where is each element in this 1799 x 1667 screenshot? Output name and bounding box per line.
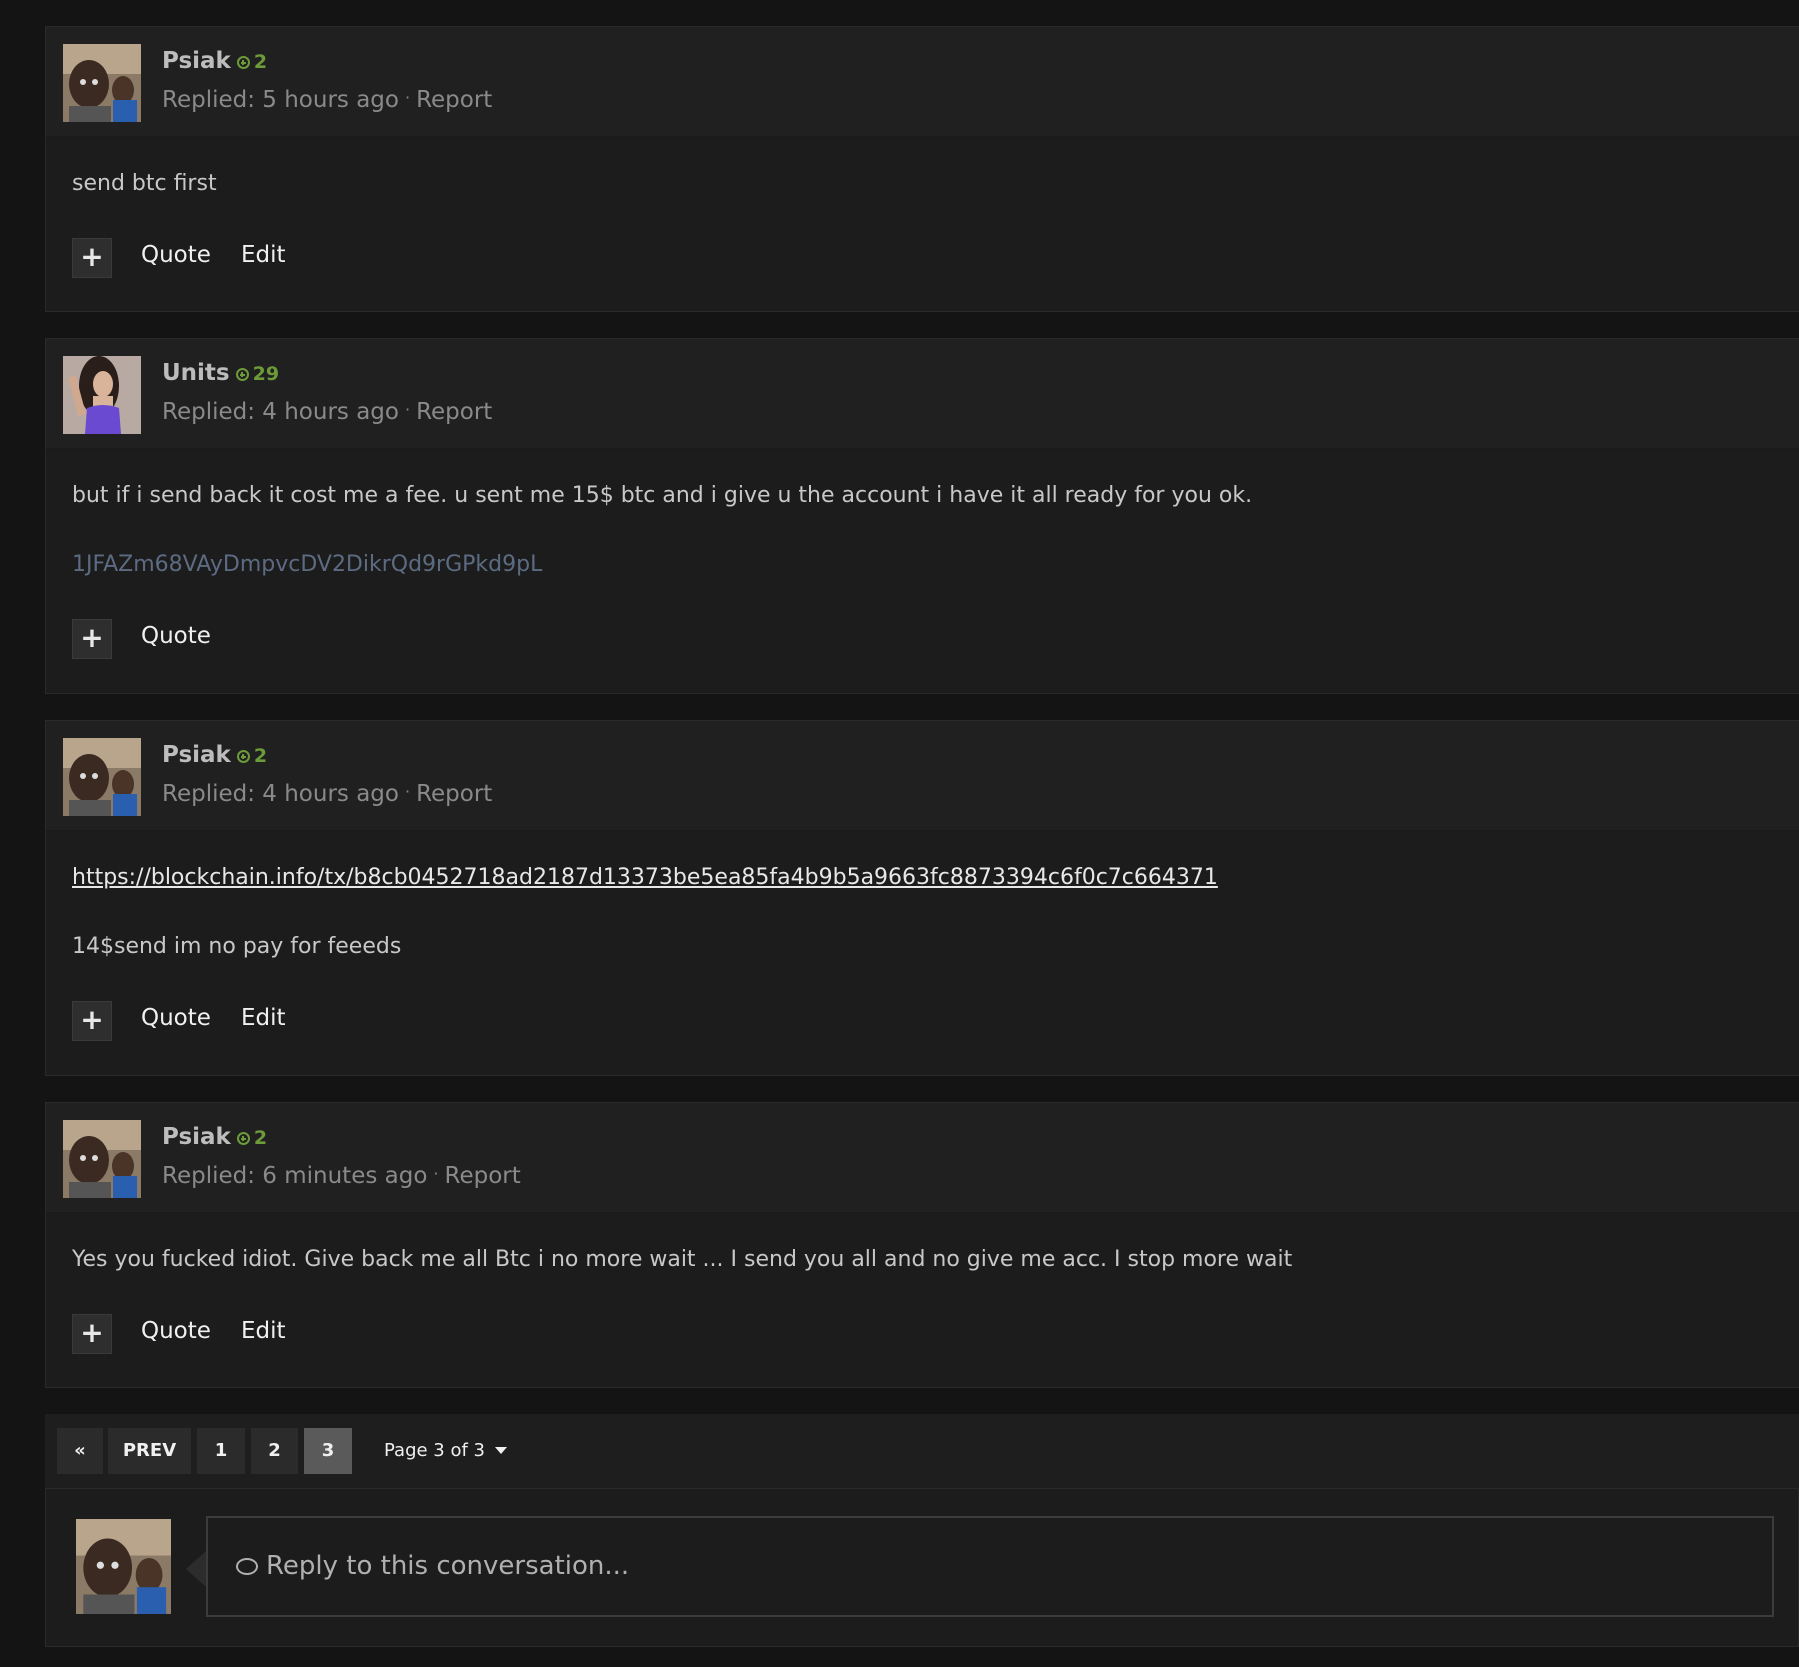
author-name[interactable]: Units [162, 360, 230, 386]
page-2-button[interactable]: 2 [251, 1428, 298, 1474]
upvote-button[interactable]: + [72, 1314, 112, 1354]
edit-button[interactable]: Edit [241, 1005, 286, 1031]
reputation-count: 2 [253, 1127, 268, 1149]
author-name[interactable]: Psiak [162, 1124, 231, 1150]
reputation: 2 [236, 1127, 268, 1149]
post-meta: Replied: 4 hours ago · Report [162, 399, 492, 425]
author-name[interactable]: Psiak [162, 48, 231, 74]
separator: · [404, 88, 411, 107]
quote-button[interactable]: Quote [141, 623, 211, 649]
reputation: 2 [236, 51, 268, 73]
caret-down-icon [495, 1447, 507, 1454]
post: Psiak 2 Replied: 4 hours ago · Report https… [45, 720, 1799, 1076]
prev-page-button[interactable]: PREV [108, 1428, 191, 1474]
post-meta: Replied: 4 hours ago · Report [162, 781, 492, 807]
post-body: send btc first [46, 137, 1799, 199]
conversation-thread: Psiak 2 Replied: 5 hours ago · Report send … [45, 26, 1799, 1647]
post-meta: Replied: 5 hours ago · Report [162, 87, 492, 113]
report-link[interactable]: Report [416, 781, 492, 807]
post-header: Psiak 2 Replied: 4 hours ago · Report [46, 721, 1799, 831]
author-line: Psiak 2 [162, 48, 267, 74]
post-text: but if i send back it cost me a fee. u s… [72, 483, 1253, 508]
avatar [76, 1519, 171, 1614]
post-meta: Replied: 6 minutes ago · Report [162, 1163, 521, 1189]
post-text: send btc first [72, 171, 217, 196]
pagination: « PREV 1 2 3 Page 3 of 3 [45, 1414, 1799, 1488]
speech-bubble-icon [236, 1558, 258, 1575]
post-header: Psiak 2 Replied: 5 hours ago · Report [46, 27, 1799, 137]
upvote-button[interactable]: + [72, 619, 112, 659]
post-body: Yes you fucked idiot. Give back me all B… [46, 1213, 1799, 1275]
reputation-count: 29 [252, 363, 280, 385]
replied-time: Replied: 5 hours ago [162, 87, 399, 113]
replied-time: Replied: 4 hours ago [162, 399, 399, 425]
post: Psiak 2 Replied: 5 hours ago · Report send … [45, 26, 1799, 312]
page-jump-label: Page 3 of 3 [384, 1440, 485, 1461]
reputation-count: 2 [253, 51, 268, 73]
author-name[interactable]: Psiak [162, 742, 231, 768]
first-page-button[interactable]: « [57, 1428, 103, 1474]
plus-circle-icon [236, 56, 250, 69]
upvote-button[interactable]: + [72, 1001, 112, 1041]
page-1-button[interactable]: 1 [197, 1428, 245, 1474]
report-link[interactable]: Report [416, 399, 492, 425]
separator: · [433, 1164, 439, 1183]
reply-placeholder: Reply to this conversation... [266, 1551, 630, 1581]
edit-button[interactable]: Edit [241, 242, 286, 268]
page-jump-dropdown[interactable]: Page 3 of 3 [384, 1428, 507, 1474]
reply-input[interactable]: Reply to this conversation... [206, 1516, 1774, 1617]
reputation: 2 [236, 745, 268, 767]
post-text: Yes you fucked idiot. Give back me all B… [72, 1247, 1293, 1272]
separator: · [404, 782, 411, 801]
post-header: Psiak 2 Replied: 6 minutes ago · Report [46, 1103, 1799, 1213]
edit-button[interactable]: Edit [241, 1318, 286, 1344]
plus-circle-icon [236, 1132, 250, 1145]
post-actions: + Quote Edit [46, 238, 1799, 324]
replied-time: Replied: 6 minutes ago [162, 1163, 428, 1189]
post: Units 29 Replied: 4 hours ago · Report but … [45, 338, 1799, 694]
separator: · [404, 400, 411, 419]
report-link[interactable]: Report [445, 1163, 521, 1189]
reputation: 29 [235, 363, 280, 385]
avatar[interactable] [63, 356, 141, 434]
post-actions: + Quote [46, 619, 1799, 705]
upvote-button[interactable]: + [72, 238, 112, 278]
post-body: https://blockchain.info/tx/b8cb0452718ad… [46, 831, 1799, 962]
transaction-link[interactable]: https://blockchain.info/tx/b8cb0452718ad… [72, 865, 1218, 890]
page-3-button[interactable]: 3 [304, 1428, 352, 1474]
avatar[interactable] [63, 738, 141, 816]
post-header: Units 29 Replied: 4 hours ago · Report [46, 339, 1799, 449]
reputation-count: 2 [253, 745, 268, 767]
post-body: but if i send back it cost me a fee. u s… [46, 449, 1799, 580]
quote-button[interactable]: Quote [141, 242, 211, 268]
author-line: Psiak 2 [162, 1124, 267, 1150]
quote-button[interactable]: Quote [141, 1318, 211, 1344]
plus-circle-icon [236, 750, 250, 763]
report-link[interactable]: Report [416, 87, 492, 113]
post: Psiak 2 Replied: 6 minutes ago · Report Yes… [45, 1102, 1799, 1388]
avatar[interactable] [63, 44, 141, 122]
post-text: 14$send im no pay for feeeds [72, 934, 402, 959]
btc-address[interactable]: 1JFAZm68VAyDmpvcDV2DikrQd9rGPkd9pL [72, 550, 1773, 580]
reply-box: Reply to this conversation... [45, 1488, 1799, 1647]
author-line: Psiak 2 [162, 742, 267, 768]
quote-button[interactable]: Quote [141, 1005, 211, 1031]
plus-circle-icon [235, 368, 249, 381]
reply-pointer [186, 1551, 206, 1587]
replied-time: Replied: 4 hours ago [162, 781, 399, 807]
post-actions: + Quote Edit [46, 1001, 1799, 1087]
avatar[interactable] [63, 1120, 141, 1198]
author-line: Units 29 [162, 360, 279, 386]
post-actions: + Quote Edit [46, 1314, 1799, 1400]
